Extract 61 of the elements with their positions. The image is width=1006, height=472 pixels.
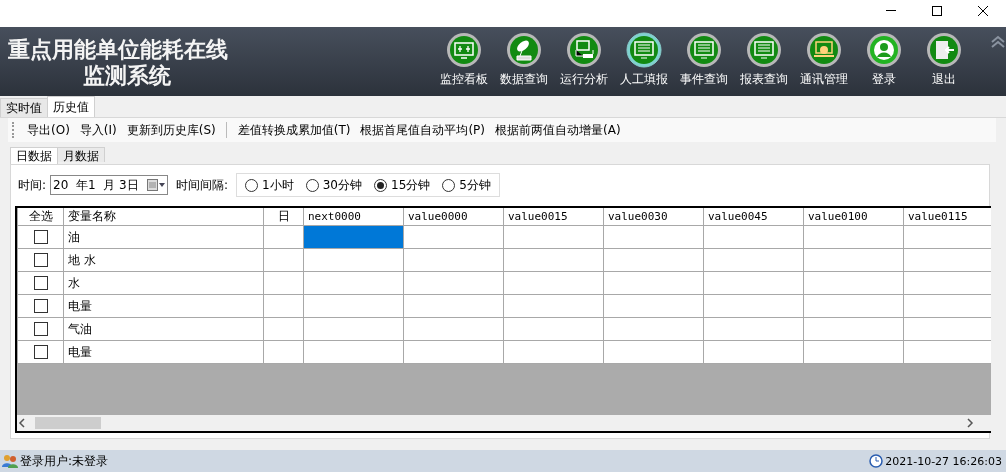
column-header[interactable]: next0000 <box>303 208 404 226</box>
radio-option[interactable]: 5分钟 <box>442 176 491 194</box>
toolbar-button[interactable]: 差值转换成累加值(T) <box>233 119 355 141</box>
checkbox[interactable] <box>33 299 48 314</box>
toolbar-button[interactable]: 更新到历史库(S) <box>122 119 220 141</box>
toolbar-button[interactable]: 导入(I) <box>75 119 121 141</box>
scroll-left-icon[interactable] <box>17 418 27 428</box>
checkbox[interactable] <box>33 276 48 291</box>
column-header[interactable]: value0015 <box>503 208 604 226</box>
checkbox[interactable] <box>33 322 48 337</box>
interval-label: 时间间隔: <box>176 176 229 194</box>
nav-button[interactable]: 监控看板 <box>434 27 494 96</box>
table-cell: 电量 <box>63 340 264 364</box>
column-header[interactable]: 日 <box>263 208 304 226</box>
table-cell: 地 水 <box>63 248 264 272</box>
time-label: 时间: <box>18 176 47 194</box>
checkbox[interactable] <box>33 345 48 360</box>
tab[interactable]: 实时值 <box>0 98 48 117</box>
table-cell: 气油 <box>63 317 264 341</box>
datetime: 2021-10-27 16:26:03 <box>885 454 1002 468</box>
radio-option[interactable]: 15分钟 <box>374 176 431 194</box>
nav-button[interactable]: 报表查询 <box>734 27 794 96</box>
scroll-right-icon[interactable] <box>965 418 975 428</box>
nav-button[interactable]: 事件查询 <box>674 27 734 96</box>
horizontal-scrollbar[interactable] <box>17 415 991 431</box>
table-cell: 油 <box>63 225 264 249</box>
toolbar-button[interactable]: 导出(O) <box>23 119 74 141</box>
login-status: 登录用户:未登录 <box>20 452 109 470</box>
column-header[interactable]: value0045 <box>703 208 804 226</box>
checkbox[interactable] <box>33 253 48 268</box>
calendar-dropdown-icon[interactable] <box>147 179 166 191</box>
radio-option[interactable]: 1小时 <box>245 176 294 194</box>
table-cell: 电量 <box>63 294 264 318</box>
date-field[interactable]: 20 年1 月 3日 <box>50 175 169 195</box>
nav-button[interactable]: 运行分析 <box>554 27 614 96</box>
nav-button[interactable]: 退出 <box>914 27 974 96</box>
users-icon <box>2 454 18 468</box>
close-icon[interactable] <box>977 5 989 17</box>
table-cell: 水 <box>63 271 264 295</box>
app-title: 监测系统 <box>82 62 172 88</box>
column-header[interactable]: value0100 <box>803 208 904 226</box>
toolbar-button[interactable]: 根据前两值自动增量(A) <box>491 119 625 141</box>
toolbar-button[interactable]: 根据首尾值自动平均(P) <box>356 119 489 141</box>
checkbox[interactable] <box>33 230 48 245</box>
radio-option[interactable]: 30分钟 <box>305 176 362 194</box>
scrollbar-thumb[interactable] <box>35 417 101 429</box>
column-header[interactable]: value0000 <box>403 208 504 226</box>
app-title: 重点用能单位能耗在线 <box>8 36 229 62</box>
column-header[interactable]: 变量名称 <box>63 208 264 226</box>
column-header[interactable]: value0030 <box>603 208 704 226</box>
tab[interactable]: 月数据 <box>57 147 105 162</box>
tab[interactable]: 历史值 <box>47 96 95 117</box>
nav-button[interactable]: 登录 <box>854 27 914 96</box>
clock-icon <box>869 454 884 468</box>
tab[interactable]: 日数据 <box>10 147 58 164</box>
maximize-icon[interactable] <box>931 5 943 17</box>
collapse-icon[interactable] <box>990 35 1006 49</box>
column-header[interactable]: 全选 <box>17 208 64 226</box>
nav-button[interactable]: 数据查询 <box>494 27 554 96</box>
nav-button[interactable]: 人工填报 <box>614 27 674 96</box>
nav-button[interactable]: 通讯管理 <box>794 27 854 96</box>
